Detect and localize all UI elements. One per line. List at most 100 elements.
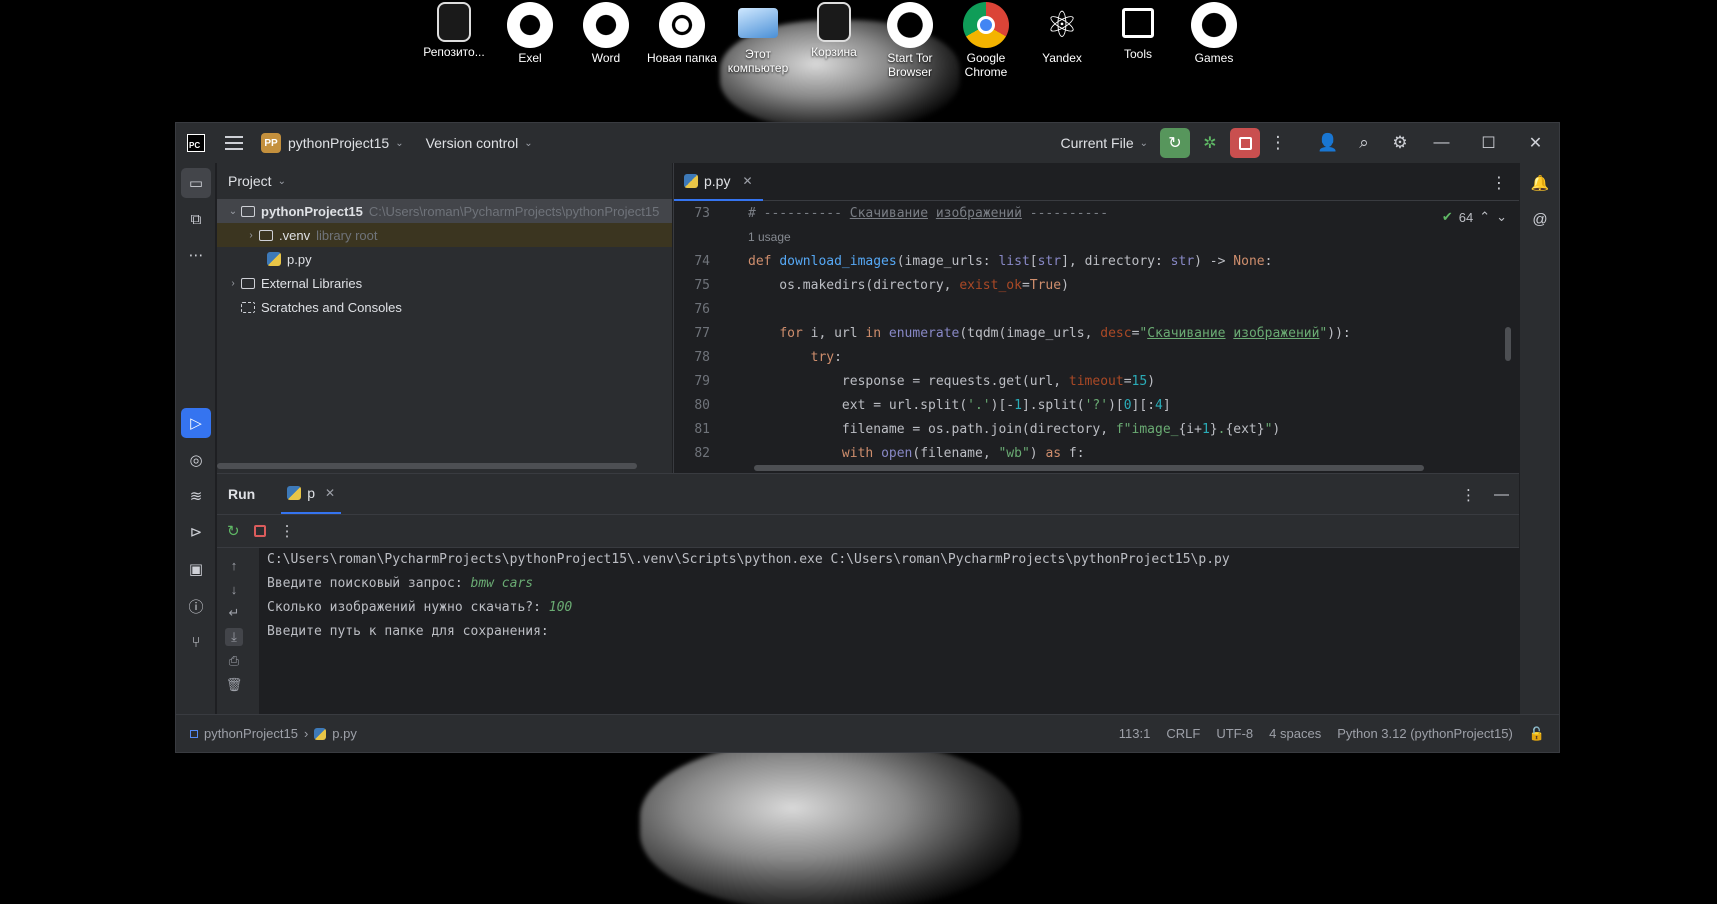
left-tool-strip: ▭ ⧉ ⋯ ▷ ◎ ≋ ⊳ ▣ ⓘ ⑂	[176, 163, 216, 714]
file-encoding[interactable]: UTF-8	[1216, 726, 1253, 741]
desktop-icon-tools[interactable]: Tools	[1100, 0, 1176, 84]
run-title: Run	[228, 486, 256, 502]
desktop-icon-this-pc[interactable]: Этот компьютер	[720, 0, 796, 84]
ai-assistant-icon[interactable]: @	[1525, 204, 1555, 234]
desktop-icon-recycle-bin[interactable]: Корзина	[796, 0, 872, 84]
minimize-button[interactable]: —	[1418, 123, 1465, 163]
stop-icon	[1238, 136, 1252, 150]
project-folder-icon[interactable]: ▭	[181, 168, 211, 198]
run-config-selector[interactable]: Current File ⌄	[1060, 135, 1148, 151]
console-output[interactable]: C:\Users\roman\PycharmProjects\pythonPro…	[259, 548, 1519, 715]
tab-options-icon[interactable]: ⋮	[1491, 173, 1507, 193]
bug-icon: ✲	[1203, 135, 1217, 152]
soft-wrap-icon[interactable]: ↵	[225, 604, 243, 622]
console-line: Сколько изображений нужно скачать?: 100	[267, 600, 573, 615]
project-badge: PP	[261, 133, 281, 153]
code-line: 82 with open(filename, "wb") as f:	[694, 445, 1085, 461]
print-icon[interactable]: ⎙	[225, 652, 243, 670]
project-pane-header[interactable]: Project ⌄	[217, 163, 672, 199]
hide-panel-icon[interactable]: —	[1494, 486, 1509, 504]
breadcrumb-file[interactable]: p.py	[332, 726, 357, 741]
services-icon[interactable]: ⊳	[181, 517, 211, 547]
desktop-icon-chrome[interactable]: Google Chrome	[948, 0, 1024, 84]
rerun-button[interactable]: ↻	[1160, 128, 1190, 158]
gear-icon[interactable]: ⚙	[1382, 128, 1418, 158]
project-name: pythonProject15	[288, 135, 390, 151]
stop-button[interactable]	[1230, 128, 1260, 158]
project-switcher[interactable]: PP pythonProject15 ⌄	[261, 133, 404, 153]
git-branch-icon[interactable]: ⑂	[181, 627, 211, 657]
code-area[interactable]: 73 # ---------- Скачивание изображений -…	[674, 201, 1519, 465]
chevron-down-icon: ⌄	[228, 205, 238, 217]
caret-position[interactable]: 113:1	[1119, 726, 1151, 741]
terminal-icon[interactable]: ▣	[181, 554, 211, 584]
more-tools-icon[interactable]: ⋯	[181, 240, 211, 270]
line-separator[interactable]: CRLF	[1166, 726, 1200, 741]
vertical-scrollbar[interactable]	[1505, 327, 1511, 361]
stop-icon[interactable]	[253, 525, 266, 537]
desktop-icon-exel[interactable]: Exel	[492, 0, 568, 84]
search-icon[interactable]: ⌕	[1346, 128, 1382, 158]
horizontal-scrollbar[interactable]	[217, 463, 637, 469]
code-line: 73 # ---------- Скачивание изображений -…	[694, 205, 1109, 221]
chevron-down-icon: ⌄	[395, 137, 404, 149]
trash-icon[interactable]: 🗑	[225, 676, 243, 694]
more-actions-button[interactable]: ⋮	[1260, 128, 1296, 158]
scroll-to-end-icon[interactable]: ⤓	[225, 628, 243, 646]
atom-icon: ⚛	[1045, 4, 1079, 45]
python-file-icon	[287, 486, 302, 500]
desktop-icon-repository[interactable]: Репозито...	[416, 0, 492, 84]
layers-icon[interactable]: ≋	[181, 481, 211, 511]
run-toolbar: ↻ ⋮	[217, 514, 1519, 548]
python-file-icon	[684, 173, 698, 188]
horizontal-scrollbar[interactable]	[754, 465, 1424, 471]
tree-item-scratches[interactable]: Scratches and Consoles	[217, 295, 672, 319]
version-control-menu[interactable]: Version control ⌄	[426, 135, 533, 151]
run-tab[interactable]: p ✕	[281, 474, 342, 514]
python-console-icon[interactable]: ◎	[181, 445, 211, 475]
desktop-icon-yandex[interactable]: ⚛ Yandex	[1024, 0, 1100, 84]
run-options-icon[interactable]: ⋮	[1461, 486, 1476, 504]
desktop-icon-new-folder[interactable]: Новая папка	[644, 0, 720, 84]
desktop-icon-word[interactable]: Word	[568, 0, 644, 84]
desktop-icon-games[interactable]: Games	[1176, 0, 1252, 84]
close-button[interactable]: ✕	[1512, 123, 1559, 163]
arrow-up-icon[interactable]: ↑	[225, 556, 243, 574]
lock-icon[interactable]: 🔓	[1529, 726, 1545, 742]
tree-item-project-root[interactable]: ⌄ pythonProject15 C:\Users\roman\Pycharm…	[217, 199, 672, 223]
close-tab-icon[interactable]: ✕	[742, 174, 752, 188]
debug-button[interactable]: ✲	[1195, 128, 1225, 158]
problems-icon[interactable]: ⓘ	[181, 591, 211, 621]
notifications-bell-icon[interactable]: 🔔	[1525, 168, 1555, 198]
main-menu-icon[interactable]	[225, 136, 243, 150]
tree-item-external-libraries[interactable]: › External Libraries	[217, 271, 672, 295]
more-icon[interactable]: ⋮	[280, 522, 295, 540]
code-line: 74 def download_images(image_urls: list[…	[694, 253, 1273, 269]
desktop-icon-row: Репозито... Exel Word Новая папка Этот к…	[416, 0, 1252, 84]
code-line: 81 filename = os.path.join(directory, f"…	[694, 421, 1281, 437]
rerun-icon[interactable]: ↻	[227, 522, 240, 540]
tree-item-file[interactable]: p.py	[217, 247, 672, 271]
run-tool-icon[interactable]: ▷	[181, 408, 211, 438]
desktop-icon-tor-browser[interactable]: Start Tor Browser	[872, 0, 948, 84]
editor-tab-bar: p.py ✕ ⋮	[674, 163, 1519, 201]
run-tool-window: Run p ✕ ⋮ — ↻ ⋮ ↑ ↓ ↵ ⤓ ⎙ 🗑 C:\Users\rom…	[217, 473, 1519, 715]
arrow-down-icon[interactable]: ↓	[225, 580, 243, 598]
computer-icon	[738, 8, 778, 38]
code-editor[interactable]: p.py ✕ ⋮ ✔ 64 ⌃ ⌄ 73 # ---------- Скачив…	[673, 163, 1519, 473]
chrome-icon	[963, 2, 1009, 48]
structure-icon[interactable]: ⧉	[181, 204, 211, 234]
indent-setting[interactable]: 4 spaces	[1269, 726, 1321, 741]
python-interpreter[interactable]: Python 3.12 (pythonProject15)	[1337, 726, 1513, 741]
tree-item-venv[interactable]: › .venv library root	[217, 223, 672, 247]
maximize-button[interactable]: ☐	[1465, 123, 1512, 163]
module-icon	[190, 729, 198, 738]
add-user-icon[interactable]: 👤	[1310, 128, 1346, 158]
usage-hint[interactable]: 1 usage	[674, 225, 1519, 249]
status-bar: pythonProject15 › p.py 113:1 CRLF UTF-8 …	[176, 714, 1559, 752]
gauge-icon	[1191, 2, 1237, 48]
breadcrumb-project[interactable]: pythonProject15	[204, 726, 298, 741]
close-tab-icon[interactable]: ✕	[325, 486, 335, 500]
editor-tab[interactable]: p.py ✕	[674, 163, 763, 201]
chevron-right-icon: ›	[231, 277, 235, 289]
